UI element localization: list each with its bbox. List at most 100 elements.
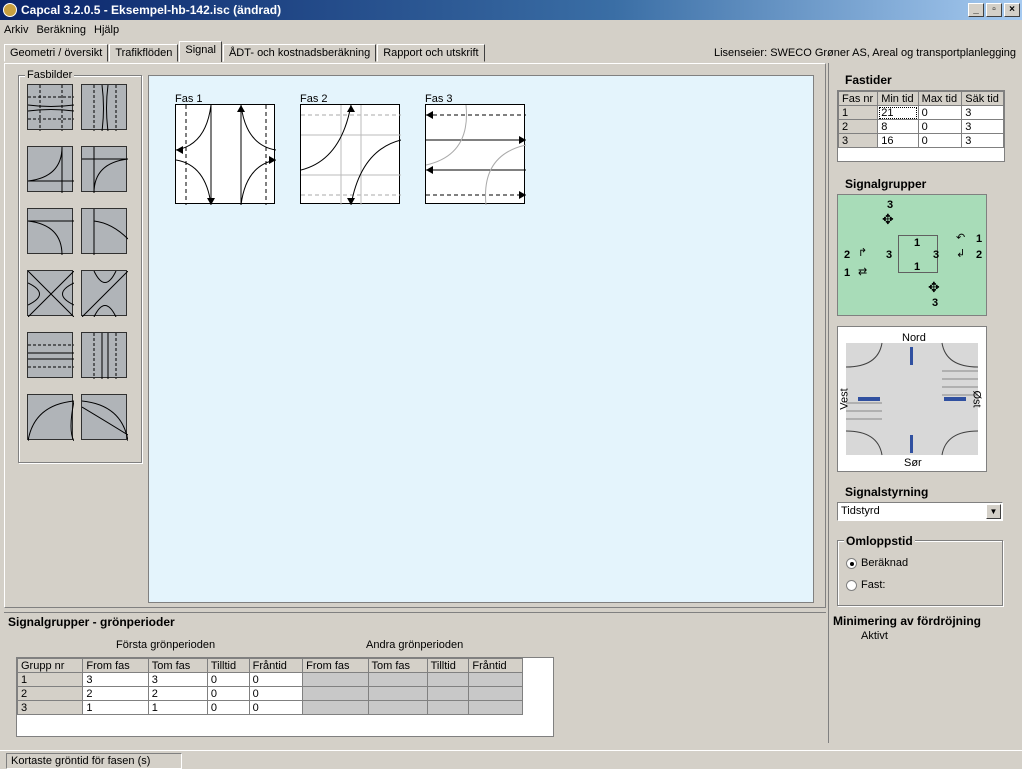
minimize-button[interactable]: _ bbox=[968, 3, 984, 17]
table-cell[interactable]: 3 bbox=[961, 105, 1004, 120]
phase-2-diagram[interactable] bbox=[300, 104, 402, 206]
fastider-table: Fas nr Min tid Max tid Säk tid 1 21 0 3 … bbox=[837, 91, 1004, 148]
turn-arrow-icon: ↱ bbox=[858, 247, 868, 259]
table-cell-disabled bbox=[468, 700, 523, 715]
table-cell[interactable]: 0 bbox=[917, 133, 963, 148]
signalgrupper-diagram[interactable]: 3 ✥ 2 ↱ 1 ⇄ 1 ↶ 2 ↲ 1 3 3 1 ✥ 3 bbox=[837, 194, 987, 316]
minimering-title: Minimering av fördröjning bbox=[833, 614, 982, 628]
tab-trafikfloden[interactable]: Trafikflöden bbox=[109, 44, 179, 62]
menu-arkiv[interactable]: Arkiv bbox=[4, 24, 28, 36]
table-cell[interactable]: 0 bbox=[206, 672, 250, 687]
fasbild-thumb[interactable] bbox=[81, 146, 129, 194]
table-cell[interactable]: 8 bbox=[877, 119, 919, 134]
row-header: 3 bbox=[16, 700, 84, 715]
table-cell[interactable]: 1 bbox=[147, 700, 208, 715]
table-row: 2 8 0 3 bbox=[837, 119, 1004, 134]
maximize-button[interactable]: ▫ bbox=[986, 3, 1002, 17]
signalstyrning-title: Signalstyrning bbox=[845, 485, 929, 499]
fasbild-thumb[interactable] bbox=[81, 332, 127, 379]
phase-canvas[interactable]: Fas 1 Fas 2 Fas 3 bbox=[148, 75, 814, 603]
fasbild-thumb[interactable] bbox=[27, 270, 75, 318]
table-row: 1 21 0 3 bbox=[837, 105, 1004, 120]
gronperioder-title: Signalgrupper - grönperioder bbox=[8, 615, 175, 629]
table-cell[interactable]: 0 bbox=[248, 686, 304, 701]
signalstyrning-select[interactable]: Tidstyrd ▼ bbox=[837, 502, 1003, 521]
four-way-arrow-icon: ✥ bbox=[928, 279, 940, 295]
sg-label: 1 bbox=[914, 261, 921, 273]
sg-label: 1 bbox=[844, 267, 851, 279]
radio-beraknad[interactable]: Beräknad bbox=[846, 557, 908, 569]
compass-east: Øst bbox=[970, 390, 983, 408]
sg-label: 3 bbox=[887, 199, 894, 211]
tab-adt[interactable]: ÅDT- och kostnadsberäkning bbox=[222, 44, 377, 62]
table-cell[interactable]: 3 bbox=[82, 672, 149, 687]
fasbild-thumb[interactable] bbox=[81, 208, 129, 255]
fasbild-thumb[interactable] bbox=[81, 270, 129, 318]
table-cell[interactable]: 2 bbox=[82, 686, 149, 701]
table-cell[interactable]: 0 bbox=[206, 686, 250, 701]
tab-geometri[interactable]: Geometri / översikt bbox=[4, 44, 109, 62]
table-cell[interactable]: 3 bbox=[961, 133, 1004, 148]
table-cell[interactable]: 3 bbox=[961, 119, 1004, 134]
gronperioder-panel: Signalgrupper - grönperioder Första grön… bbox=[4, 612, 826, 740]
sg-label: 1 bbox=[914, 237, 921, 249]
table-header: Max tid bbox=[917, 91, 963, 106]
chevron-down-icon[interactable]: ▼ bbox=[986, 504, 1001, 519]
table-header: Fråntid bbox=[248, 658, 304, 673]
phase-diagram-icon bbox=[81, 270, 129, 318]
row-header: 1 bbox=[16, 672, 84, 687]
phase-3-diagram[interactable] bbox=[425, 104, 527, 206]
phase-diagram-icon bbox=[82, 147, 129, 194]
table-header: From fas bbox=[302, 658, 369, 673]
menu-berakning[interactable]: Beräkning bbox=[36, 24, 86, 36]
table-cell[interactable]: 16 bbox=[877, 133, 919, 148]
fasbild-thumb[interactable] bbox=[81, 394, 129, 442]
row-header: 2 bbox=[16, 686, 84, 701]
table-cell[interactable]: 3 bbox=[147, 672, 208, 687]
tab-signal[interactable]: Signal bbox=[179, 41, 222, 62]
table-cell-disabled bbox=[302, 686, 369, 701]
table-cell[interactable]: 1 bbox=[82, 700, 149, 715]
table-header: Säk tid bbox=[961, 91, 1004, 106]
sg-label: 2 bbox=[844, 249, 851, 261]
table-cell[interactable]: 0 bbox=[248, 672, 304, 687]
window-title: Capcal 3.2.0.5 - Eksempel-hb-142.isc (än… bbox=[21, 3, 282, 17]
table-cell-disabled bbox=[426, 672, 470, 687]
tab-rapport[interactable]: Rapport och utskrift bbox=[377, 44, 485, 62]
phase-3-graphic bbox=[425, 104, 527, 206]
fasbild-thumb[interactable] bbox=[27, 394, 75, 442]
phase-1-graphic bbox=[175, 104, 277, 206]
fasbild-thumb[interactable] bbox=[81, 84, 127, 132]
phase-diagram-icon bbox=[27, 85, 75, 131]
table-cell[interactable]: 0 bbox=[917, 105, 963, 120]
fasbild-thumb[interactable] bbox=[27, 84, 75, 131]
table-header: From fas bbox=[82, 658, 149, 673]
row-header: 3 bbox=[837, 133, 879, 148]
fasbild-thumb[interactable] bbox=[27, 146, 74, 193]
table-cell[interactable]: 0 bbox=[206, 700, 250, 715]
phase-diagram-icon bbox=[93, 333, 117, 379]
phase-diagram-icon bbox=[27, 270, 75, 318]
menu-hjalp[interactable]: Hjälp bbox=[94, 24, 119, 36]
table-cell[interactable]: 0 bbox=[248, 700, 304, 715]
four-way-arrow-icon: ✥ bbox=[882, 211, 894, 227]
compass-diagram[interactable]: Nord Sør Vest Øst bbox=[837, 326, 987, 472]
menu-bar: Arkiv Beräkning Hjälp bbox=[0, 21, 119, 39]
radio-fast[interactable]: Fast: bbox=[846, 579, 885, 591]
sg-label: 1 bbox=[976, 233, 983, 245]
phase-diagram-icon bbox=[93, 209, 129, 255]
tab-strip: Geometri / översikt Trafikflöden Signal … bbox=[4, 41, 486, 63]
close-button[interactable]: × bbox=[1004, 3, 1020, 17]
fasbild-thumb[interactable] bbox=[27, 208, 74, 256]
license-text: Lisenseier: SWECO Grøner AS, Areal og tr… bbox=[713, 47, 1016, 59]
fasbild-thumb[interactable] bbox=[27, 332, 74, 378]
table-cell[interactable]: 2 bbox=[147, 686, 208, 701]
table-cell[interactable]: 0 bbox=[917, 119, 963, 134]
table-cell-disabled bbox=[302, 672, 369, 687]
phase-1-diagram[interactable] bbox=[175, 104, 277, 206]
table-header: Fråntid bbox=[468, 658, 523, 673]
table-cell-disabled bbox=[426, 686, 470, 701]
table-cell[interactable]: 21 bbox=[877, 105, 919, 120]
phase-2-graphic bbox=[300, 104, 402, 206]
title-bar: Capcal 3.2.0.5 - Eksempel-hb-142.isc (än… bbox=[0, 0, 1022, 20]
